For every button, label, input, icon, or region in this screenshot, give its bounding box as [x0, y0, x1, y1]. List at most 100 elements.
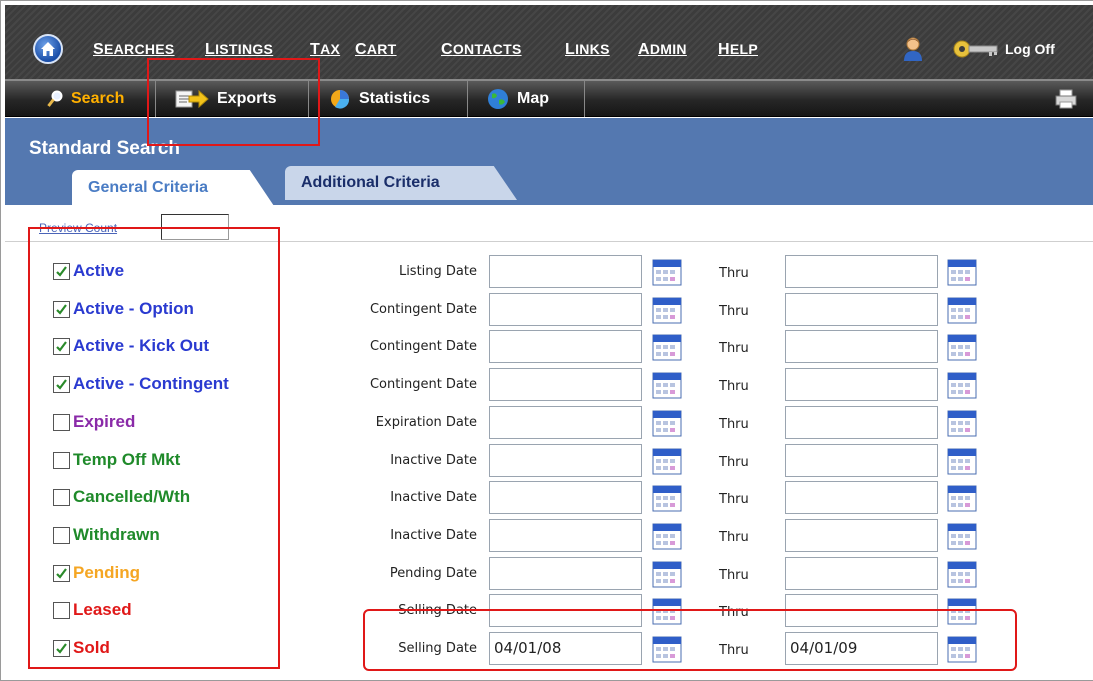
status-option[interactable]: Cancelled/Wth	[53, 486, 190, 508]
date-from-input[interactable]	[489, 293, 642, 326]
date-to-input[interactable]	[785, 444, 938, 477]
nav-searches[interactable]: Searches	[93, 41, 175, 59]
printer-icon[interactable]	[1055, 89, 1077, 109]
status-checkbox[interactable]	[53, 451, 70, 469]
date-to-input[interactable]: 04/01/09	[785, 632, 938, 665]
status-checkbox[interactable]	[53, 262, 70, 280]
date-to-input[interactable]	[785, 255, 938, 288]
statistics-button[interactable]: Statistics	[315, 81, 468, 117]
calendar-icon[interactable]	[947, 447, 977, 475]
calendar-icon[interactable]	[652, 597, 682, 625]
date-from-input[interactable]	[489, 406, 642, 439]
date-from-input[interactable]	[489, 330, 642, 363]
date-from-input[interactable]	[489, 594, 642, 627]
nav-cart[interactable]: Cart	[355, 41, 397, 59]
preview-count-link[interactable]: Preview Count	[39, 221, 117, 235]
calendar-icon[interactable]	[947, 409, 977, 437]
status-label: Pending	[73, 563, 141, 582]
status-option[interactable]: Active - Contingent	[53, 373, 229, 395]
map-button[interactable]: Map	[473, 81, 585, 117]
date-from-input[interactable]	[489, 481, 642, 514]
date-from-input[interactable]	[489, 255, 642, 288]
nav-links[interactable]: Links	[565, 41, 610, 59]
calendar-icon[interactable]	[947, 522, 977, 550]
nav-tax[interactable]: Tax	[310, 41, 340, 59]
status-checkbox[interactable]	[53, 413, 70, 431]
calendar-icon[interactable]	[947, 484, 977, 512]
top-navigation-bar: Searches Listings Tax Cart Contacts Link…	[5, 5, 1093, 85]
status-checkbox[interactable]	[53, 564, 70, 582]
date-criteria-label: Pending Date	[389, 566, 477, 581]
status-option[interactable]: Active - Option	[53, 298, 194, 320]
exports-button[interactable]: Exports	[161, 81, 309, 117]
status-option[interactable]: Sold	[53, 637, 110, 659]
status-checkbox[interactable]	[53, 601, 70, 619]
status-checkbox[interactable]	[53, 488, 70, 506]
date-from-input[interactable]	[489, 444, 642, 477]
status-checkbox[interactable]	[53, 526, 70, 544]
tab-additional-criteria[interactable]: Additional Criteria	[285, 166, 517, 200]
date-to-input[interactable]	[785, 406, 938, 439]
nav-listings[interactable]: Listings	[205, 41, 273, 59]
status-option[interactable]: Active - Kick Out	[53, 335, 209, 357]
search-button[interactable]: Search	[33, 81, 156, 117]
status-option[interactable]: Expired	[53, 411, 135, 433]
status-checkbox[interactable]	[53, 300, 70, 318]
status-label: Withdrawn	[73, 525, 160, 544]
date-to-input[interactable]	[785, 557, 938, 590]
calendar-icon[interactable]	[652, 371, 682, 399]
calendar-icon[interactable]	[947, 560, 977, 588]
calendar-icon[interactable]	[947, 258, 977, 286]
date-from-input[interactable]	[489, 557, 642, 590]
pie-chart-icon	[331, 90, 350, 109]
home-icon[interactable]	[33, 34, 63, 64]
date-to-input[interactable]	[785, 594, 938, 627]
calendar-icon[interactable]	[652, 447, 682, 475]
divider	[5, 241, 1093, 242]
calendar-icon[interactable]	[652, 522, 682, 550]
calendar-icon[interactable]	[652, 560, 682, 588]
status-option[interactable]: Pending	[53, 562, 140, 584]
date-criteria-label: Contingent Date	[369, 377, 477, 392]
status-option[interactable]: Withdrawn	[53, 524, 160, 546]
preview-count-field[interactable]	[161, 214, 229, 240]
status-option[interactable]: Leased	[53, 599, 132, 621]
date-criteria-label: Listing Date	[398, 264, 477, 279]
date-to-input[interactable]	[785, 293, 938, 326]
logoff-link[interactable]: Log Off	[1005, 41, 1055, 57]
date-from-input[interactable]: 04/01/08	[489, 632, 642, 665]
calendar-icon[interactable]	[652, 333, 682, 361]
calendar-icon[interactable]	[947, 635, 977, 663]
date-to-input[interactable]	[785, 519, 938, 552]
nav-contacts[interactable]: Contacts	[441, 41, 522, 59]
nav-admin[interactable]: Admin	[638, 41, 687, 59]
status-label: Sold	[73, 638, 110, 657]
user-icon[interactable]	[903, 37, 923, 61]
calendar-icon[interactable]	[947, 333, 977, 361]
date-to-input[interactable]	[785, 481, 938, 514]
key-icon[interactable]	[953, 39, 999, 59]
calendar-icon[interactable]	[947, 296, 977, 324]
calendar-icon[interactable]	[652, 409, 682, 437]
thru-label: Thru	[719, 530, 749, 545]
status-checkbox[interactable]	[53, 375, 70, 393]
page-title: Standard Search	[29, 138, 180, 159]
date-criteria-label: Inactive Date	[390, 528, 477, 543]
status-checkbox[interactable]	[53, 639, 70, 657]
date-to-input[interactable]	[785, 330, 938, 363]
nav-help[interactable]: Help	[718, 41, 758, 59]
status-option[interactable]: Temp Off Mkt	[53, 449, 180, 471]
tab-general-criteria[interactable]: General Criteria	[72, 170, 274, 206]
date-to-input[interactable]	[785, 368, 938, 401]
calendar-icon[interactable]	[947, 597, 977, 625]
status-option[interactable]: Active	[53, 260, 124, 282]
date-from-input[interactable]	[489, 519, 642, 552]
status-checkbox[interactable]	[53, 337, 70, 355]
calendar-icon[interactable]	[652, 484, 682, 512]
calendar-icon[interactable]	[947, 371, 977, 399]
date-from-input[interactable]	[489, 368, 642, 401]
calendar-icon[interactable]	[652, 296, 682, 324]
calendar-icon[interactable]	[652, 635, 682, 663]
calendar-icon[interactable]	[652, 258, 682, 286]
map-button-label: Map	[517, 90, 549, 107]
